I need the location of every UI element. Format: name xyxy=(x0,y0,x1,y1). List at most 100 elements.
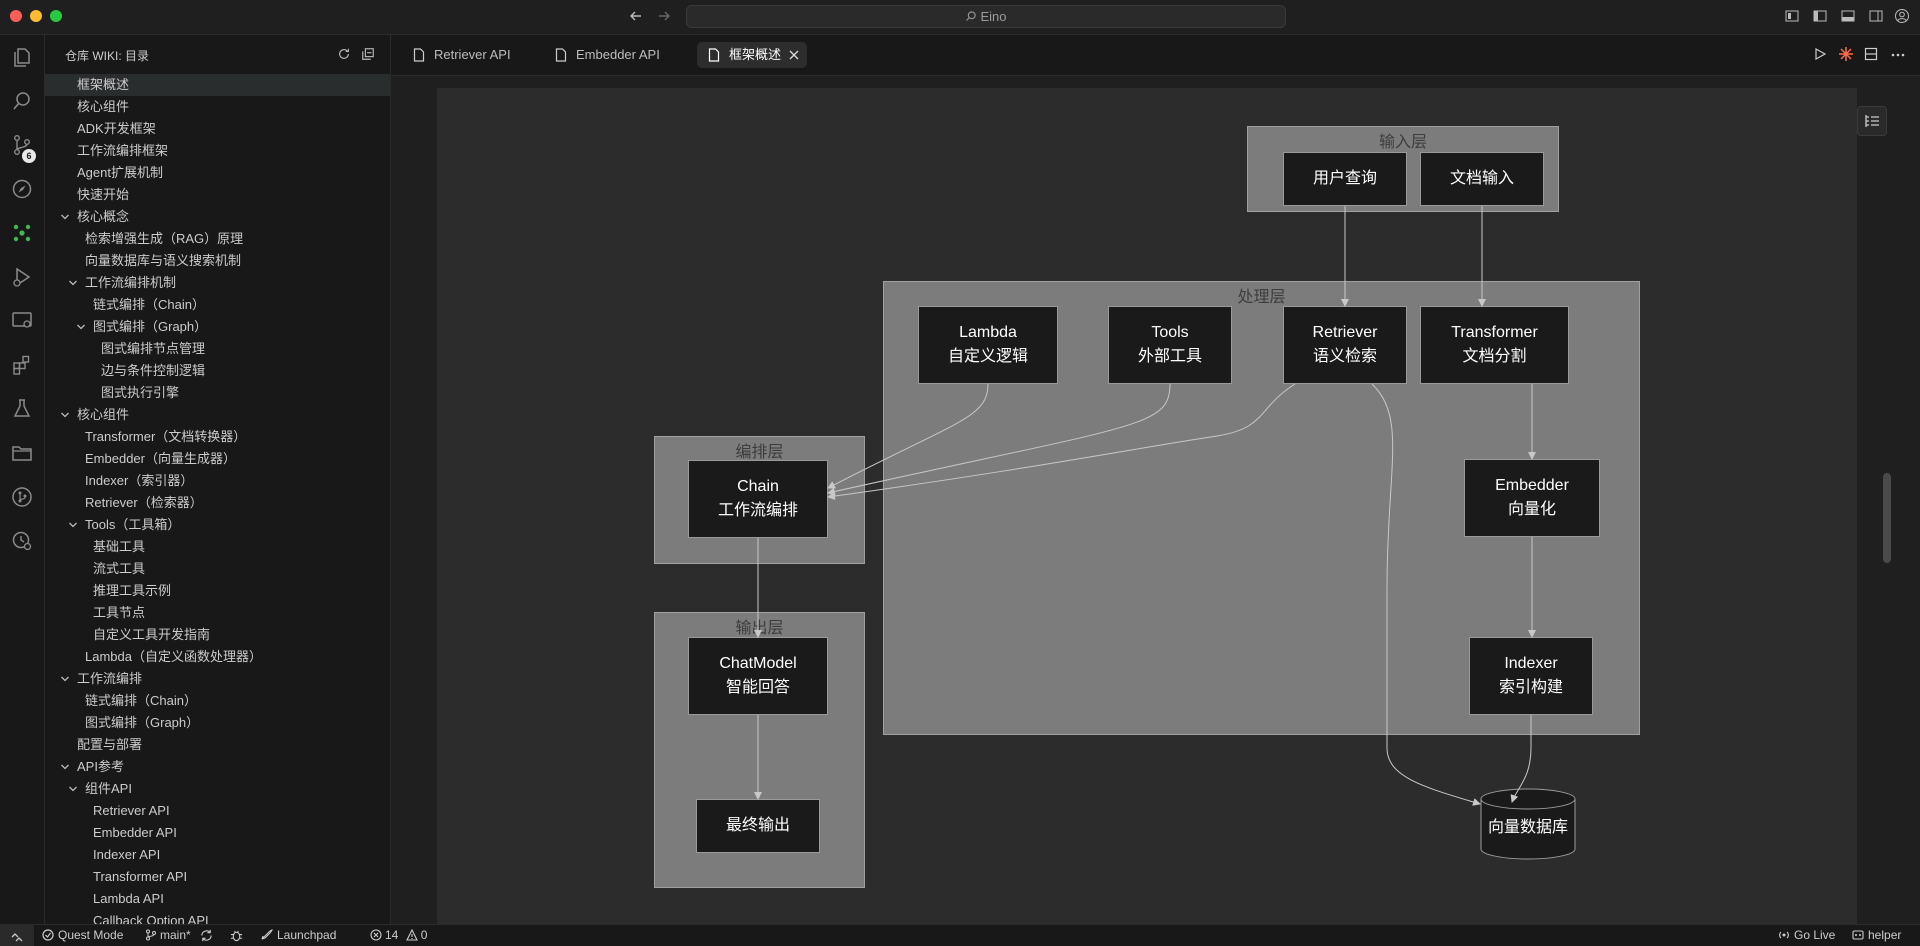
explorer-icon[interactable] xyxy=(10,45,34,69)
tree-item[interactable]: Retriever API xyxy=(45,800,390,822)
refresh-icon[interactable] xyxy=(337,47,351,61)
chevron-down-icon[interactable] xyxy=(68,278,78,288)
tree-item[interactable]: Transformer（文档转换器） xyxy=(45,426,390,448)
tree-item[interactable]: Lambda（自定义函数处理器） xyxy=(45,646,390,668)
run-icon[interactable] xyxy=(1813,47,1827,61)
folder-icon[interactable] xyxy=(10,441,34,465)
tree-item[interactable]: 流式工具 xyxy=(45,558,390,580)
chevron-down-icon[interactable] xyxy=(60,410,70,420)
tree-item[interactable]: 图式编排（Graph） xyxy=(45,316,390,338)
tree-item[interactable]: Indexer API xyxy=(45,844,390,866)
tree-item[interactable]: ADK开发框架 xyxy=(45,118,390,140)
tree-item[interactable]: 图式编排节点管理 xyxy=(45,338,390,360)
extensions-icon[interactable] xyxy=(10,353,34,377)
chevron-down-icon[interactable] xyxy=(68,784,78,794)
chevron-down-icon[interactable] xyxy=(60,212,70,222)
close-window-button[interactable] xyxy=(10,10,22,22)
tree-item[interactable]: Agent扩展机制 xyxy=(45,162,390,184)
back-arrow-icon[interactable] xyxy=(628,8,644,24)
tree-item[interactable]: 快速开始 xyxy=(45,184,390,206)
chevron-down-icon[interactable] xyxy=(68,520,78,530)
diagram-edges xyxy=(754,206,1536,806)
tree-item[interactable]: 链式编排（Chain） xyxy=(45,690,390,712)
tree-item[interactable]: 自定义工具开发指南 xyxy=(45,624,390,646)
wiki-graph-icon[interactable] xyxy=(10,221,34,245)
rocket-icon xyxy=(261,929,273,940)
chevron-down-icon[interactable] xyxy=(60,674,70,684)
layout-panels-icon[interactable] xyxy=(1784,8,1800,24)
tree-item-label: 图式编排（Graph） xyxy=(93,319,208,334)
git-graph-icon[interactable] xyxy=(10,485,34,509)
tree-item[interactable]: Embedder API xyxy=(45,822,390,844)
chevron-down-icon[interactable] xyxy=(76,322,86,332)
tab-framework-overview[interactable]: 框架概述 xyxy=(697,42,807,68)
tree-item[interactable]: 组件API xyxy=(45,778,390,800)
tree-item[interactable]: 向量数据库与语义搜索机制 xyxy=(45,250,390,272)
collapse-all-icon[interactable] xyxy=(361,47,375,61)
launchpad-item[interactable]: Launchpad xyxy=(260,925,336,946)
account-icon[interactable] xyxy=(1894,8,1910,24)
remote-indicator[interactable] xyxy=(0,925,34,946)
tree-item[interactable]: 工作流编排 xyxy=(45,668,390,690)
run-debug-icon[interactable] xyxy=(10,265,34,289)
tree-item[interactable]: 工具节点 xyxy=(45,602,390,624)
branch-item[interactable]: main* xyxy=(145,925,191,946)
tree-item[interactable]: 框架概述 xyxy=(45,74,390,96)
tab-embedder-api[interactable]: Embedder API xyxy=(544,42,677,68)
timeline-clock-icon[interactable] xyxy=(10,529,34,553)
tree-item[interactable]: 边与条件控制逻辑 xyxy=(45,360,390,382)
spark-icon[interactable] xyxy=(1838,46,1854,62)
split-editor-icon[interactable] xyxy=(1864,47,1878,61)
tree-item[interactable]: 核心组件 xyxy=(45,404,390,426)
tree-item[interactable]: 链式编排（Chain） xyxy=(45,294,390,316)
tree-item[interactable]: Indexer（索引器） xyxy=(45,470,390,492)
testing-flask-icon[interactable] xyxy=(10,397,34,421)
tree-item[interactable]: Retriever（检索器） xyxy=(45,492,390,514)
tree-item[interactable]: Lambda API xyxy=(45,888,390,910)
debug-icon[interactable] xyxy=(230,929,243,942)
toggle-panel-icon[interactable] xyxy=(1840,8,1856,24)
search-icon[interactable] xyxy=(10,89,34,113)
helper-item[interactable]: helper xyxy=(1852,925,1901,946)
editor-scrollbar[interactable] xyxy=(1883,473,1891,563)
tree-item[interactable]: 工作流编排机制 xyxy=(45,272,390,294)
go-live-item[interactable]: Go Live xyxy=(1778,925,1835,946)
more-actions-icon[interactable] xyxy=(1891,53,1905,57)
git-branch-icon xyxy=(146,929,156,941)
tree-item-label: Lambda（自定义函数处理器） xyxy=(85,649,262,664)
tree-item[interactable]: 工作流编排框架 xyxy=(45,140,390,162)
tree-item[interactable]: 基础工具 xyxy=(45,536,390,558)
tree-item-label: 核心组件 xyxy=(77,407,130,422)
toggle-secondary-sidebar-icon[interactable] xyxy=(1868,8,1884,24)
forward-arrow-icon[interactable] xyxy=(656,8,672,24)
compass-icon[interactable] xyxy=(10,177,34,201)
tree-item[interactable]: Transformer API xyxy=(45,866,390,888)
close-tab-icon[interactable] xyxy=(789,50,799,60)
remote-explorer-icon[interactable] xyxy=(10,309,34,333)
remote-icon xyxy=(11,933,23,942)
edge-retriever-to-vectordb xyxy=(1371,383,1481,806)
sync-icon[interactable] xyxy=(200,929,213,942)
problems-item[interactable]: 14 0 xyxy=(370,925,427,946)
maximize-window-button[interactable] xyxy=(50,10,62,22)
chevron-down-icon[interactable] xyxy=(60,762,70,772)
tree-item[interactable]: 核心组件 xyxy=(45,96,390,118)
tree-item[interactable]: Embedder（向量生成器） xyxy=(45,448,390,470)
minimize-window-button[interactable] xyxy=(30,10,42,22)
tree-item[interactable]: 推理工具示例 xyxy=(45,580,390,602)
tree-item[interactable]: API参考 xyxy=(45,756,390,778)
tree-item[interactable]: Tools（工具箱） xyxy=(45,514,390,536)
toggle-primary-sidebar-icon[interactable] xyxy=(1812,8,1828,24)
outline-toggle-button[interactable] xyxy=(1857,106,1887,136)
tree-item[interactable]: 配置与部署 xyxy=(45,734,390,756)
quest-mode-item[interactable]: Quest Mode xyxy=(42,925,123,946)
file-icon xyxy=(413,48,425,62)
tree-item[interactable]: 图式编排（Graph） xyxy=(45,712,390,734)
title-bar: Eino xyxy=(0,0,1920,35)
tree-item[interactable]: 图式执行引擎 xyxy=(45,382,390,404)
tree-item[interactable]: 核心概念 xyxy=(45,206,390,228)
tree-item[interactable]: Callback Option API xyxy=(45,910,390,924)
command-center-search[interactable]: Eino xyxy=(686,5,1286,28)
tree-item[interactable]: 检索增强生成（RAG）原理 xyxy=(45,228,390,250)
tab-retriever-api[interactable]: Retriever API xyxy=(402,42,536,68)
